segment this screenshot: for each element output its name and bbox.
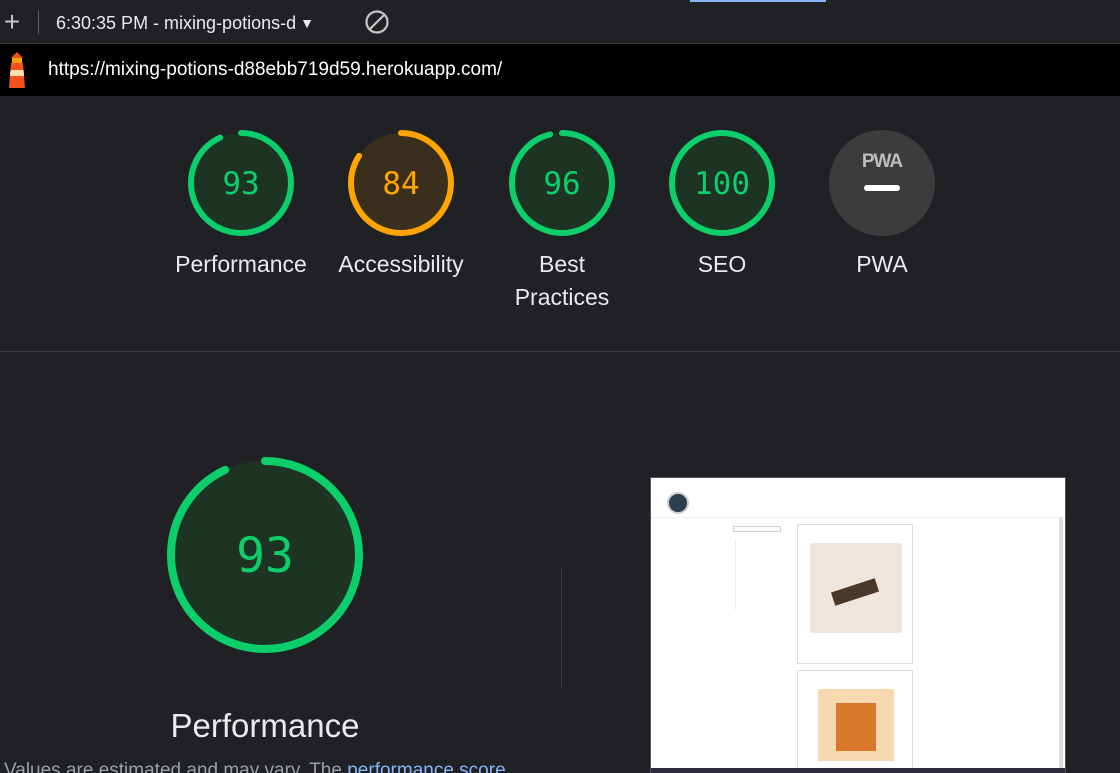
pwa-dash-icon [864,185,900,191]
screenshot-post-card [797,524,913,664]
gauge-score: 84 [382,166,419,202]
gauge-seo[interactable]: 100 SEO [647,128,797,281]
gauge-accessibility[interactable]: 84 Accessibility [326,128,476,281]
pwa-badge-text: PWA [862,151,904,172]
clear-icon[interactable] [364,9,390,35]
lighthouse-icon [9,52,25,88]
performance-score-link[interactable]: performance score [347,760,505,773]
category-gauges: 93 Performance 84 Accessibility 96 Best … [0,96,1120,352]
gauge-score: 100 [694,166,750,202]
gauge-ring: 93 [188,130,294,236]
gauge-score: 96 [543,166,580,202]
gauge-label: PWA [856,251,908,277]
screenshot-post-image [818,689,894,761]
performance-section: 93 Performance [160,450,370,745]
screenshot-footer [651,768,1065,773]
performance-gauge: 93 [167,457,363,653]
gauge-ring: 84 [348,130,454,236]
performance-note: Values are estimated and may vary. The p… [4,760,506,773]
final-screenshot[interactable] [650,477,1066,773]
gauge-label: Performance [175,251,307,277]
gauge-label: SEO [697,251,747,277]
site-logo-icon [667,492,689,514]
screenshot-box-icon [836,703,876,751]
screenshot-scrollbar [1059,518,1063,770]
performance-note-text: Values are estimated and may vary. The [4,760,348,773]
screenshot-right-column [923,526,993,566]
devtools-toolbar: + 6:30:35 PM - mixing-potions-d ▼ [0,0,1120,44]
gauge-ring: 100 [669,130,775,236]
screenshot-sidebar [735,540,785,610]
report-url[interactable]: https://mixing-potions-d88ebb719d59.hero… [48,59,502,81]
performance-score: 93 [236,528,294,584]
screenshot-header [651,478,1065,518]
tab-accent [690,0,826,2]
add-report-button[interactable]: + [0,6,24,38]
section-divider [561,568,562,688]
screenshot-post-image [810,543,902,633]
pwa-badge: PWA [829,130,935,236]
gauge-pwa[interactable]: PWA PWA [807,128,957,281]
screenshot-post-card [797,670,913,773]
screenshot-search-box [733,526,781,532]
report-selector[interactable]: 6:30:35 PM - mixing-potions-d ▼ [56,10,314,36]
gauge-label: Best Practices [514,251,610,310]
report-url-bar: https://mixing-potions-d88ebb719d59.hero… [0,44,1120,96]
gauge-label: Accessibility [338,251,464,277]
report-selector-label: 6:30:35 PM - mixing-potions-d [56,12,297,33]
gauge-ring: 96 [509,130,615,236]
gauge-performance[interactable]: 93 Performance [166,128,316,281]
caret-down-icon: ▼ [300,15,314,31]
gauge-best-practices[interactable]: 96 Best Practices [487,128,637,314]
screenshot-bottle-icon [830,578,880,606]
performance-title: Performance [170,707,360,744]
gauge-score: 93 [222,166,259,202]
pwa-badge-fill [829,130,935,236]
toolbar-divider [38,10,39,34]
